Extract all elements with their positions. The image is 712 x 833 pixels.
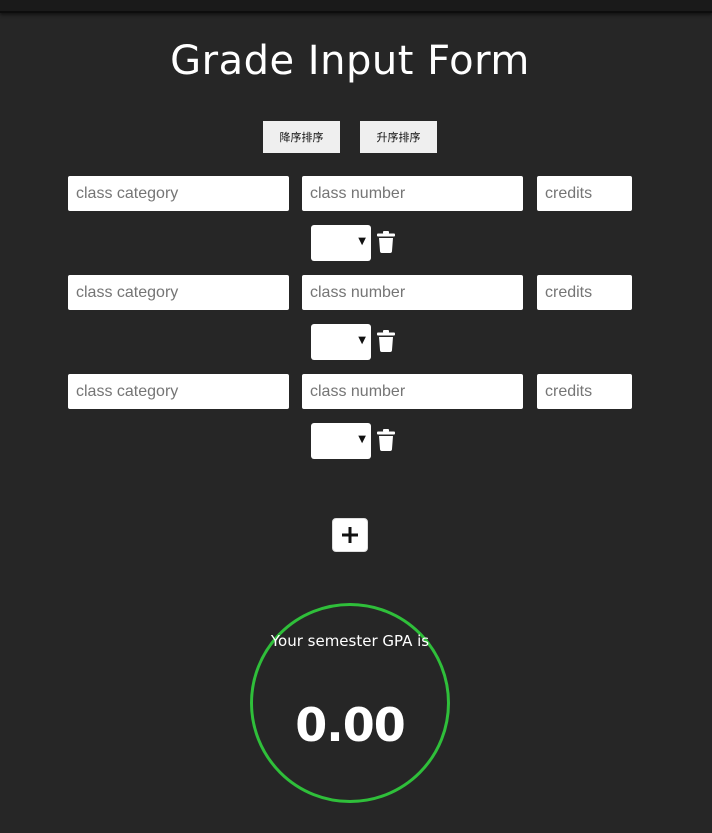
chevron-down-icon: ▼ (358, 335, 366, 346)
class-row: ▼ (0, 275, 712, 365)
class-category-input[interactable] (68, 374, 289, 409)
trash-icon[interactable] (377, 330, 395, 352)
grade-select[interactable]: ▼ (311, 324, 371, 360)
class-row: ▼ (0, 176, 712, 266)
trash-icon[interactable] (377, 231, 395, 253)
credits-input[interactable] (537, 176, 632, 211)
gpa-label: Your semester GPA is (270, 632, 430, 650)
class-number-input[interactable] (302, 374, 523, 409)
class-row: ▼ (0, 374, 712, 464)
grade-select[interactable]: ▼ (311, 423, 371, 459)
grade-form-page: Grade Input Form 降序排序 升序排序 ▼ ▼ (0, 0, 712, 833)
top-bar (0, 0, 712, 13)
add-class-button[interactable] (332, 518, 368, 552)
class-number-input[interactable] (302, 275, 523, 310)
trash-icon[interactable] (377, 429, 395, 451)
class-number-input[interactable] (302, 176, 523, 211)
sort-ascending-button[interactable]: 升序排序 (360, 121, 437, 153)
credits-input[interactable] (537, 374, 632, 409)
gpa-value: 0.00 (295, 698, 406, 752)
sort-descending-button[interactable]: 降序排序 (263, 121, 340, 153)
chevron-down-icon: ▼ (358, 434, 366, 445)
grade-select[interactable]: ▼ (311, 225, 371, 261)
credits-input[interactable] (537, 275, 632, 310)
plus-icon (342, 527, 358, 543)
chevron-down-icon: ▼ (358, 236, 366, 247)
page-title: Grade Input Form (170, 38, 530, 84)
gpa-circle: Your semester GPA is 0.00 (250, 603, 450, 803)
class-category-input[interactable] (68, 275, 289, 310)
class-category-input[interactable] (68, 176, 289, 211)
